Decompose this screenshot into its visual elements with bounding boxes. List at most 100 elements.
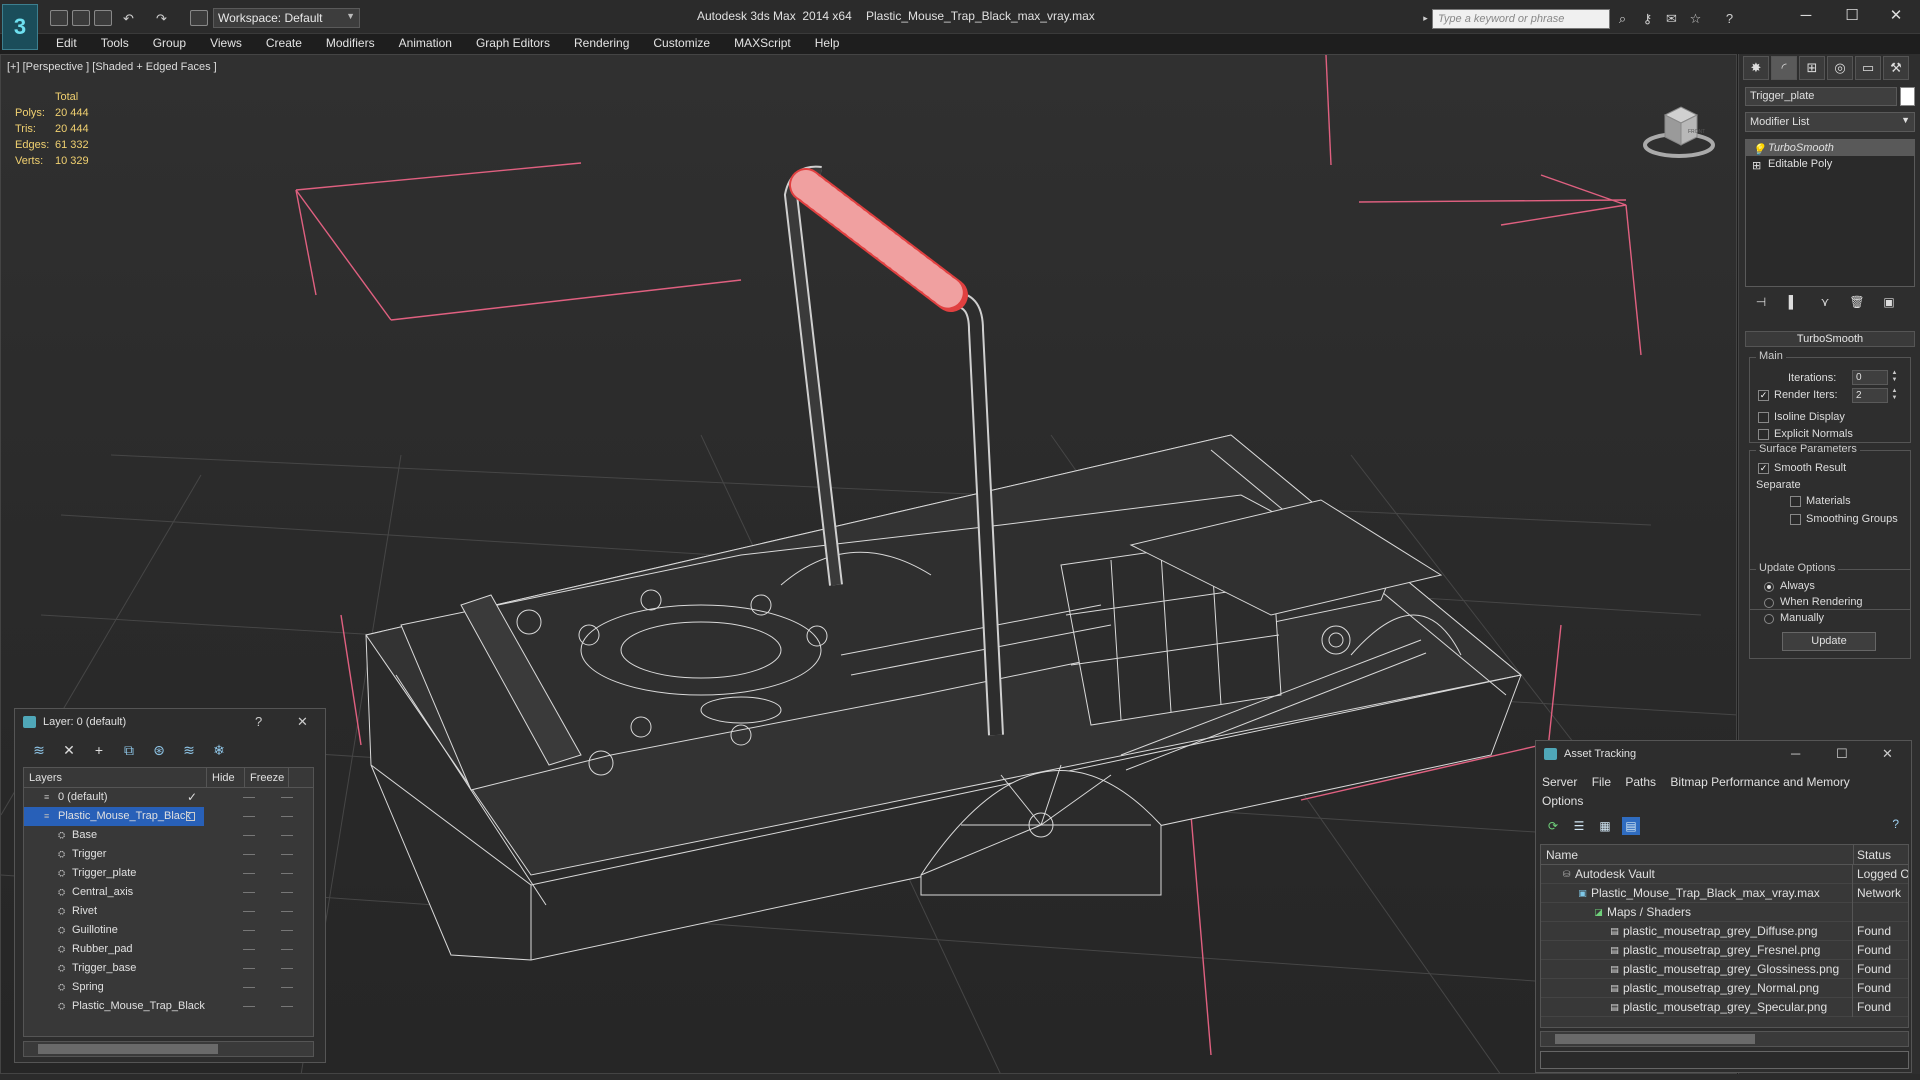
layer-name-cell[interactable]: ⛭ Trigger — [24, 845, 204, 864]
asset-menu-server[interactable]: Server — [1542, 775, 1577, 789]
spinner-arrows-icon[interactable]: ▲ ▼ — [1890, 370, 1899, 385]
hide-toggle[interactable] — [243, 854, 255, 855]
layer-row[interactable]: ⛭ Guillotine — [24, 921, 313, 940]
maximize-icon[interactable]: ☐ — [1836, 741, 1848, 767]
layer-row[interactable]: ⛭ Trigger — [24, 845, 313, 864]
create-tab-icon[interactable]: ✸ — [1743, 56, 1769, 80]
layer-name-cell[interactable]: ≡ Plastic_Mouse_Trap_Black — [24, 807, 204, 826]
layer-name-cell[interactable]: ≡ 0 (default) — [24, 788, 204, 807]
menu-help[interactable]: Help — [803, 34, 852, 54]
search-input[interactable]: Type a keyword or phrase — [1432, 9, 1610, 29]
close-icon[interactable]: ✕ — [1882, 741, 1893, 767]
app-logo-icon[interactable]: 3 — [2, 4, 38, 50]
favorites-star-icon[interactable]: ☆ — [1688, 11, 1703, 26]
menu-edit[interactable]: Edit — [44, 34, 89, 54]
object-color-swatch[interactable] — [1900, 87, 1915, 106]
asset-name-cell[interactable]: ▤ plastic_mousetrap_grey_Specular.png — [1541, 998, 1853, 1017]
freeze-toggle[interactable] — [281, 987, 293, 988]
undo-icon[interactable]: ↶ — [121, 11, 136, 26]
layer-name-cell[interactable]: ⛭ Rubber_pad — [24, 940, 204, 959]
asset-horizontal-scrollbar[interactable] — [1540, 1031, 1909, 1047]
hide-toggle[interactable] — [243, 835, 255, 836]
thumbnail-view-icon[interactable]: ▦ — [1596, 817, 1614, 835]
layer-row[interactable]: ⛭ Spring — [24, 978, 313, 997]
freeze-toggle[interactable] — [281, 797, 293, 798]
layer-name-cell[interactable]: ⛭ Base — [24, 826, 204, 845]
add-to-layer-icon[interactable]: + — [89, 741, 109, 759]
save-file-icon[interactable] — [94, 10, 112, 26]
set-current-layer-icon[interactable] — [186, 812, 195, 821]
layer-row[interactable]: ≡ 0 (default) ✓ — [24, 788, 313, 807]
asset-menu-paths[interactable]: Paths — [1625, 775, 1656, 789]
lightbulb-icon[interactable]: 💡 — [1752, 142, 1766, 156]
minimize-icon[interactable]: ─ — [1791, 741, 1800, 767]
layer-row[interactable]: ≡ Plastic_Mouse_Trap_Black — [24, 807, 313, 826]
help-icon[interactable]: ? — [1892, 817, 1899, 831]
delete-layer-icon[interactable]: ✕ — [59, 741, 79, 759]
help-icon[interactable]: ? — [1722, 11, 1737, 26]
redo-icon[interactable]: ↷ — [154, 11, 169, 26]
layer-window-titlebar[interactable]: Layer: 0 (default) ? ✕ — [15, 709, 325, 735]
workspace-dropdown[interactable]: Workspace: Default ▼ — [213, 8, 360, 28]
asset-row[interactable]: ◪ Maps / Shaders — [1541, 903, 1908, 922]
hide-toggle[interactable] — [243, 873, 255, 874]
asset-name-cell[interactable]: ◪ Maps / Shaders — [1541, 903, 1853, 922]
layer-name-cell[interactable]: ⛭ Plastic_Mouse_Trap_Black — [24, 997, 205, 1016]
modifier-list-dropdown[interactable]: Modifier List ▼ — [1745, 112, 1915, 132]
communication-center-icon[interactable]: ✉ — [1664, 11, 1679, 26]
expand-plus-icon[interactable]: ⊞ — [1752, 158, 1762, 172]
render-iters-spinner[interactable]: 2 — [1852, 388, 1888, 403]
menu-modifiers[interactable]: Modifiers — [314, 34, 387, 54]
open-file-icon[interactable] — [72, 10, 90, 26]
scrollbar-thumb[interactable] — [1555, 1034, 1755, 1044]
current-layer-check-icon[interactable]: ✓ — [187, 788, 197, 807]
col-layers-header[interactable]: Layers — [24, 768, 207, 787]
menu-group[interactable]: Group — [141, 34, 198, 54]
minimize-button[interactable]: ─ — [1786, 4, 1826, 28]
viewport-label[interactable]: [+] [Perspective ] [Shaded + Edged Faces… — [7, 61, 217, 73]
when-rendering-radio[interactable] — [1764, 598, 1774, 608]
asset-name-cell[interactable]: ⛁ Autodesk Vault — [1541, 865, 1853, 884]
freeze-toggle[interactable] — [281, 816, 293, 817]
asset-row[interactable]: ▤ plastic_mousetrap_grey_Diffuse.png Found — [1541, 922, 1908, 941]
modify-tab-icon[interactable]: ◜ — [1771, 56, 1797, 80]
menu-create[interactable]: Create — [254, 34, 314, 54]
layer-name-cell[interactable]: ⛭ Guillotine — [24, 921, 204, 940]
layer-name-cell[interactable]: ⛭ Trigger_base — [24, 959, 204, 978]
layer-row[interactable]: ⛭ Central_axis — [24, 883, 313, 902]
asset-name-cell[interactable]: ▣ Plastic_Mouse_Trap_Black_max_vray.max — [1541, 884, 1853, 903]
scrollbar-thumb[interactable] — [38, 1044, 218, 1054]
project-folder-icon[interactable] — [190, 10, 208, 26]
hide-toggle[interactable] — [243, 968, 255, 969]
freeze-toggle[interactable] — [281, 930, 293, 931]
col-status-header[interactable]: Status — [1857, 845, 1891, 865]
asset-name-cell[interactable]: ▤ plastic_mousetrap_grey_Fresnel.png — [1541, 941, 1853, 960]
stack-item-editable-poly[interactable]: ⊞ Editable Poly — [1746, 156, 1914, 172]
hide-toggle[interactable] — [243, 949, 255, 950]
render-iters-checkbox[interactable]: ✓ — [1758, 390, 1769, 401]
asset-menu-options[interactable]: Options — [1542, 794, 1583, 808]
asset-name-cell[interactable]: ▤ plastic_mousetrap_grey_Glossiness.png — [1541, 960, 1853, 979]
freeze-toggle[interactable] — [281, 873, 293, 874]
hide-toggle[interactable] — [243, 911, 255, 912]
asset-row[interactable]: ▤ plastic_mousetrap_grey_Fresnel.png Found — [1541, 941, 1908, 960]
hide-toggle[interactable] — [243, 987, 255, 988]
col-name-header[interactable]: Name — [1546, 845, 1578, 865]
viewcube-icon[interactable]: FRONT — [1641, 95, 1717, 165]
smooth-result-checkbox[interactable]: ✓ — [1758, 463, 1769, 474]
iterations-spinner[interactable]: 0 — [1852, 370, 1888, 385]
hierarchy-tab-icon[interactable]: ⊞ — [1799, 56, 1825, 80]
asset-row[interactable]: ▤ plastic_mousetrap_grey_Specular.png Foun… — [1541, 998, 1908, 1017]
display-tab-icon[interactable]: ▭ — [1855, 56, 1881, 80]
update-button[interactable]: Update — [1782, 632, 1876, 651]
create-layer-icon[interactable]: ≋ — [29, 741, 49, 759]
layer-name-cell[interactable]: ⛭ Rivet — [24, 902, 204, 921]
close-button[interactable]: ✕ — [1876, 4, 1916, 28]
manually-radio[interactable] — [1764, 614, 1774, 624]
freeze-toggle[interactable] — [281, 949, 293, 950]
menu-views[interactable]: Views — [198, 34, 254, 54]
pin-stack-icon[interactable]: ⊣ — [1751, 292, 1771, 312]
hide-toggle[interactable] — [243, 892, 255, 893]
freeze-toggle[interactable] — [281, 854, 293, 855]
always-radio[interactable] — [1764, 582, 1774, 592]
